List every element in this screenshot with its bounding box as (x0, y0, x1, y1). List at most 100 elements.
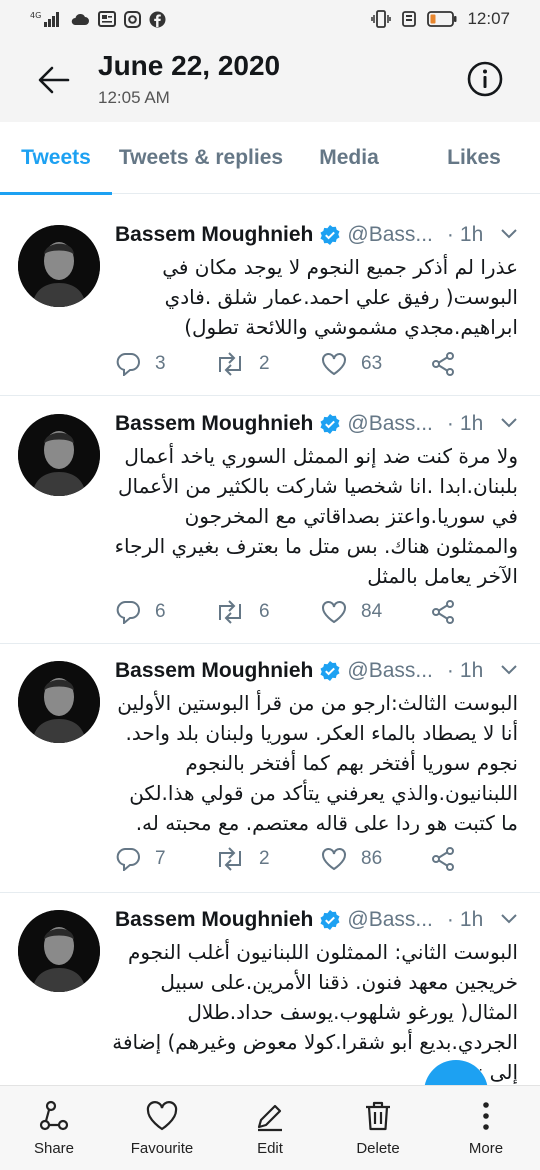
verified-icon (319, 660, 341, 682)
share-icon (432, 600, 454, 624)
favourite-button[interactable]: Favourite (108, 1086, 216, 1170)
avatar[interactable] (18, 661, 100, 743)
tweet-time: 1h (459, 659, 484, 682)
separator-dot: · (446, 908, 454, 931)
app-header: June 22, 2020 12:05 AM (0, 38, 540, 122)
author-name[interactable]: Bassem Moughnieh (115, 659, 313, 683)
reply-count: 3 (155, 353, 166, 374)
share-tweet-button[interactable] (431, 600, 469, 624)
share-icon (39, 1100, 69, 1131)
reply-button[interactable]: 7 (115, 847, 215, 871)
status-bar: 4G 12:07 (0, 0, 540, 38)
retweet-button[interactable]: 2 (215, 847, 321, 871)
separator-dot: · (446, 223, 454, 246)
tweet-feed[interactable]: Bassem Moughnieh @Bass... · 1h عذرا لم أ… (0, 195, 540, 1085)
verified-icon (319, 224, 341, 246)
edit-button[interactable]: Edit (216, 1086, 324, 1170)
cloud-icon (70, 12, 90, 26)
page-subtitle: 12:05 AM (98, 88, 170, 107)
share-tweet-button[interactable] (431, 352, 469, 376)
author-handle: @Bass... (347, 659, 433, 682)
retweet-icon (219, 600, 241, 624)
tab-tweets-replies[interactable]: Tweets & replies (112, 122, 290, 194)
reply-button[interactable]: 3 (115, 352, 215, 376)
delete-button[interactable]: Delete (324, 1086, 432, 1170)
share-button[interactable]: Share (0, 1086, 108, 1170)
author-name[interactable]: Bassem Moughnieh (115, 412, 313, 436)
tweet-time: 1h (459, 223, 484, 246)
share-icon (432, 847, 454, 871)
info-button[interactable] (466, 60, 504, 98)
tweet-item[interactable]: Bassem Moughnieh @Bass... · 1h البوست ال… (0, 893, 540, 1085)
tweet-item[interactable]: Bassem Moughnieh @Bass... · 1h ولا مرة ك… (0, 396, 540, 644)
tweet-time: 1h (459, 412, 484, 435)
tab-tweets[interactable]: Tweets (0, 122, 112, 195)
favourite-label: Favourite (130, 1140, 194, 1157)
tweet-header: Bassem Moughnieh @Bass... · 1h (115, 908, 483, 932)
author-name[interactable]: Bassem Moughnieh (115, 908, 313, 932)
retweet-icon (219, 847, 241, 871)
bottom-action-bar: Share Favourite Edit Delete More (0, 1085, 540, 1170)
network-label: 4G (30, 11, 41, 20)
news-icon (98, 11, 116, 27)
avatar[interactable] (18, 414, 100, 496)
tweet-item[interactable]: Bassem Moughnieh @Bass... · 1h البوست ال… (0, 644, 540, 893)
heart-icon (322, 601, 346, 624)
page-title: June 22, 2020 (98, 50, 281, 81)
alarm-icon (401, 10, 417, 28)
tab-media[interactable]: Media (290, 122, 408, 194)
tweet-header: Bassem Moughnieh @Bass... · 1h (115, 223, 483, 247)
tweet-actions: 3 2 63 (115, 352, 515, 376)
pencil-icon (257, 1104, 282, 1132)
chevron-down-icon[interactable] (500, 663, 518, 681)
like-button[interactable]: 86 (321, 847, 431, 871)
status-left: 4G (30, 10, 166, 28)
heart-icon (322, 848, 346, 871)
battery-icon (427, 11, 457, 27)
retweet-button[interactable]: 6 (215, 600, 321, 624)
tab-likes[interactable]: Likes (408, 122, 540, 194)
author-handle: @Bass... (347, 908, 433, 931)
tweet-text: البوست الثالث:ارجو من من قرأ البوستين ال… (117, 691, 518, 835)
chevron-down-icon[interactable] (500, 912, 518, 930)
like-count: 86 (361, 848, 383, 869)
avatar[interactable] (18, 910, 100, 992)
back-button[interactable] (34, 62, 74, 98)
heart-icon (322, 353, 346, 376)
verified-icon (319, 413, 341, 435)
reply-icon (116, 848, 140, 871)
retweet-count: 2 (259, 353, 270, 374)
vibrate-icon (371, 10, 392, 28)
more-label: More (468, 1140, 504, 1157)
more-button[interactable]: More (432, 1086, 540, 1170)
share-icon (432, 352, 454, 376)
info-icon (467, 61, 503, 97)
retweet-icon (219, 352, 241, 376)
tweet-time: 1h (459, 908, 484, 931)
like-button[interactable]: 84 (321, 600, 431, 624)
retweet-count: 6 (259, 601, 270, 622)
author-name[interactable]: Bassem Moughnieh (115, 223, 313, 247)
tweet-item[interactable]: Bassem Moughnieh @Bass... · 1h عذرا لم أ… (0, 195, 540, 396)
chevron-down-icon[interactable] (500, 416, 518, 434)
reply-count: 7 (155, 848, 166, 869)
tweet-header: Bassem Moughnieh @Bass... · 1h (115, 412, 483, 436)
author-handle: @Bass... (347, 223, 433, 246)
chevron-down-icon[interactable] (500, 227, 518, 245)
separator-dot: · (446, 659, 454, 682)
tweet-text: عذرا لم أذكر جميع النجوم لا يوجد مكان في… (162, 255, 518, 339)
tweet-text: ولا مرة كنت ضد إنو الممثل السوري ياخد أع… (114, 444, 518, 588)
retweet-button[interactable]: 2 (215, 352, 321, 376)
reply-icon (116, 353, 140, 376)
trash-icon (366, 1101, 390, 1131)
reply-button[interactable]: 6 (115, 600, 215, 624)
verified-icon (319, 909, 341, 931)
retweet-count: 2 (259, 848, 270, 869)
like-button[interactable]: 63 (321, 352, 431, 376)
share-label: Share (33, 1140, 75, 1157)
separator-dot: · (446, 412, 454, 435)
avatar[interactable] (18, 225, 100, 307)
share-tweet-button[interactable] (431, 847, 469, 871)
arrow-left-icon (38, 66, 70, 94)
reply-icon (116, 601, 140, 624)
